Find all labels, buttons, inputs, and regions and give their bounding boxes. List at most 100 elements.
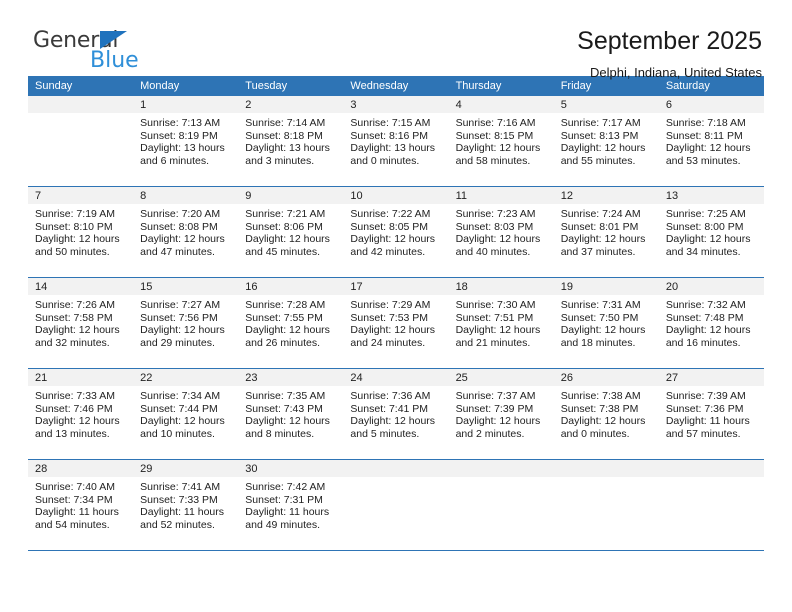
daylight-text-line2: and 47 minutes. <box>140 245 215 258</box>
sunrise-text: Sunrise: 7:28 AM <box>245 299 326 311</box>
sunset-text: Sunset: 7:31 PM <box>245 493 323 506</box>
day-number: 28 <box>28 460 134 477</box>
daylight-text-line1: Daylight: 11 hours <box>35 506 119 519</box>
sunrise-text: Sunrise: 7:42 AM <box>245 481 326 493</box>
day-details: Sunrise: 7:18 AM Sunset: 8:11 PM Daylight:… <box>659 113 764 167</box>
sunset-text: Sunset: 8:08 PM <box>140 220 218 233</box>
day-details: Sunrise: 7:42 AM Sunset: 7:31 PM Daylight:… <box>238 477 343 531</box>
logo-text-blue: Blue <box>90 48 139 73</box>
day-details: Sunrise: 7:29 AM Sunset: 7:53 PM Daylight:… <box>343 295 448 349</box>
calendar-day-cell[interactable]: 20 Sunrise: 7:32 AM Sunset: 7:48 PM Dayligh… <box>658 277 764 369</box>
calendar-day-cell[interactable]: 2 Sunrise: 7:14 AM Sunset: 8:18 PM Daylight… <box>238 96 344 187</box>
daylight-text-line2: and 6 minutes. <box>140 154 210 167</box>
calendar-day-cell[interactable]: 29 Sunrise: 7:41 AM Sunset: 7:33 PM Dayligh… <box>133 459 239 551</box>
day-details: Sunrise: 7:40 AM Sunset: 7:34 PM Daylight:… <box>28 477 133 531</box>
sunset-text: Sunset: 7:44 PM <box>140 402 218 415</box>
sunrise-text: Sunrise: 7:17 AM <box>560 117 641 129</box>
day-number: 18 <box>448 278 554 295</box>
calendar-day-cell[interactable]: 13 Sunrise: 7:25 AM Sunset: 8:00 PM Dayligh… <box>658 186 764 278</box>
calendar-day-cell[interactable]: 11 Sunrise: 7:23 AM Sunset: 8:03 PM Dayligh… <box>448 186 554 278</box>
calendar-day-cell[interactable]: 26 Sunrise: 7:38 AM Sunset: 7:38 PM Dayligh… <box>553 368 659 460</box>
daylight-text-line2: and 57 minutes. <box>665 427 741 440</box>
calendar-day-cell[interactable]: 10 Sunrise: 7:22 AM Sunset: 8:05 PM Dayligh… <box>343 186 449 278</box>
calendar-day-cell[interactable]: 30 Sunrise: 7:42 AM Sunset: 7:31 PM Dayligh… <box>238 459 344 551</box>
generalblue-logo[interactable]: General Blue <box>28 26 168 80</box>
daylight-text-line1: Daylight: 12 hours <box>35 324 120 337</box>
calendar-day-cell[interactable]: 14 Sunrise: 7:26 AM Sunset: 7:58 PM Dayligh… <box>28 277 134 369</box>
day-number <box>553 460 659 477</box>
day-number: 29 <box>133 460 239 477</box>
day-details: Sunrise: 7:33 AM Sunset: 7:46 PM Daylight:… <box>28 386 133 440</box>
calendar-day-cell[interactable]: 1 Sunrise: 7:13 AM Sunset: 8:19 PM Daylight… <box>133 96 239 187</box>
calendar-day-cell[interactable]: 24 Sunrise: 7:36 AM Sunset: 7:41 PM Dayligh… <box>343 368 449 460</box>
calendar-day-cell[interactable]: 12 Sunrise: 7:24 AM Sunset: 8:01 PM Dayligh… <box>553 186 659 278</box>
calendar-day-cell[interactable]: 8 Sunrise: 7:20 AM Sunset: 8:08 PM Daylight… <box>133 186 239 278</box>
sunrise-text: Sunrise: 7:21 AM <box>245 208 326 220</box>
day-number: 8 <box>133 187 239 204</box>
calendar-day-cell[interactable]: 25 Sunrise: 7:37 AM Sunset: 7:39 PM Dayligh… <box>448 368 554 460</box>
calendar-day-cell[interactable]: 16 Sunrise: 7:28 AM Sunset: 7:55 PM Dayligh… <box>238 277 344 369</box>
daylight-text-line2: and 53 minutes. <box>665 154 741 167</box>
calendar-day-cell[interactable]: 21 Sunrise: 7:33 AM Sunset: 7:46 PM Dayligh… <box>28 368 134 460</box>
page-title: September 2025 <box>577 27 762 55</box>
day-details: Sunrise: 7:35 AM Sunset: 7:43 PM Daylight:… <box>238 386 343 440</box>
calendar-day-cell[interactable]: 27 Sunrise: 7:39 AM Sunset: 7:36 PM Dayligh… <box>658 368 764 460</box>
daylight-text-line2: and 55 minutes. <box>560 154 636 167</box>
calendar-day-cell[interactable]: 5 Sunrise: 7:17 AM Sunset: 8:13 PM Daylight… <box>553 96 659 187</box>
daylight-text-line1: Daylight: 12 hours <box>140 415 225 428</box>
calendar-day-cell[interactable]: 4 Sunrise: 7:16 AM Sunset: 8:15 PM Daylight… <box>448 96 554 187</box>
day-number: 13 <box>658 187 764 204</box>
calendar-cell-empty <box>553 459 659 551</box>
day-number: 21 <box>28 369 134 386</box>
sunrise-text: Sunrise: 7:26 AM <box>35 299 115 311</box>
sunset-text: Sunset: 7:43 PM <box>245 402 323 415</box>
day-number: 14 <box>28 278 134 295</box>
day-details: Sunrise: 7:38 AM Sunset: 7:38 PM Daylight:… <box>554 386 659 440</box>
sunrise-text: Sunrise: 7:30 AM <box>455 299 536 311</box>
sunset-text: Sunset: 7:39 PM <box>455 402 534 415</box>
sunset-text: Sunset: 7:41 PM <box>350 402 429 415</box>
daylight-text-line1: Daylight: 11 hours <box>140 506 224 519</box>
calendar-day-cell[interactable]: 19 Sunrise: 7:31 AM Sunset: 7:50 PM Dayligh… <box>553 277 659 369</box>
day-details: Sunrise: 7:17 AM Sunset: 8:13 PM Daylight:… <box>554 113 659 167</box>
calendar-week-row: 28 Sunrise: 7:40 AM Sunset: 7:34 PM Dayligh… <box>28 459 764 551</box>
weekday-header-wednesday: Wednesday <box>343 76 449 96</box>
daylight-text-line2: and 50 minutes. <box>35 245 110 258</box>
calendar-week-row: 14 Sunrise: 7:26 AM Sunset: 7:58 PM Dayligh… <box>28 277 764 369</box>
daylight-text-line2: and 42 minutes. <box>350 245 426 258</box>
day-details: Sunrise: 7:34 AM Sunset: 7:44 PM Daylight:… <box>133 386 238 440</box>
sunset-text: Sunset: 8:15 PM <box>455 129 534 142</box>
calendar-day-cell[interactable]: 7 Sunrise: 7:19 AM Sunset: 8:10 PM Daylight… <box>28 186 134 278</box>
sunrise-text: Sunrise: 7:40 AM <box>35 481 115 493</box>
daylight-text-line2: and 24 minutes. <box>350 336 426 349</box>
day-details: Sunrise: 7:16 AM Sunset: 8:15 PM Daylight:… <box>449 113 554 167</box>
sunrise-text: Sunrise: 7:34 AM <box>140 390 221 402</box>
calendar-day-cell[interactable]: 9 Sunrise: 7:21 AM Sunset: 8:06 PM Daylight… <box>238 186 344 278</box>
sunset-text: Sunset: 7:55 PM <box>245 311 323 324</box>
day-details: Sunrise: 7:41 AM Sunset: 7:33 PM Daylight:… <box>133 477 238 531</box>
calendar-day-cell[interactable]: 15 Sunrise: 7:27 AM Sunset: 7:56 PM Dayligh… <box>133 277 239 369</box>
daylight-text-line2: and 10 minutes. <box>140 427 215 440</box>
daylight-text-line2: and 2 minutes. <box>455 427 525 440</box>
day-details: Sunrise: 7:13 AM Sunset: 8:19 PM Daylight:… <box>133 113 238 167</box>
daylight-text-line1: Daylight: 12 hours <box>665 142 751 155</box>
calendar-day-cell[interactable]: 23 Sunrise: 7:35 AM Sunset: 7:43 PM Dayligh… <box>238 368 344 460</box>
daylight-text-line2: and 37 minutes. <box>560 245 636 258</box>
sunrise-text: Sunrise: 7:38 AM <box>560 390 641 402</box>
sunset-text: Sunset: 8:18 PM <box>245 129 323 142</box>
calendar-day-cell[interactable]: 6 Sunrise: 7:18 AM Sunset: 8:11 PM Daylight… <box>658 96 764 187</box>
day-number: 17 <box>343 278 449 295</box>
sunrise-text: Sunrise: 7:19 AM <box>35 208 115 220</box>
day-number <box>343 460 449 477</box>
day-number: 11 <box>448 187 554 204</box>
calendar-day-cell[interactable]: 3 Sunrise: 7:15 AM Sunset: 8:16 PM Daylight… <box>343 96 449 187</box>
calendar-day-cell[interactable]: 28 Sunrise: 7:40 AM Sunset: 7:34 PM Dayligh… <box>28 459 134 551</box>
calendar-day-cell[interactable]: 18 Sunrise: 7:30 AM Sunset: 7:51 PM Dayligh… <box>448 277 554 369</box>
day-number <box>658 460 764 477</box>
calendar-week-row: 7 Sunrise: 7:19 AM Sunset: 8:10 PM Daylight… <box>28 186 764 278</box>
daylight-text-line2: and 40 minutes. <box>455 245 531 258</box>
daylight-text-line1: Daylight: 12 hours <box>35 233 120 246</box>
sunset-text: Sunset: 7:33 PM <box>140 493 218 506</box>
calendar-day-cell[interactable]: 17 Sunrise: 7:29 AM Sunset: 7:53 PM Dayligh… <box>343 277 449 369</box>
calendar-day-cell[interactable]: 22 Sunrise: 7:34 AM Sunset: 7:44 PM Dayligh… <box>133 368 239 460</box>
